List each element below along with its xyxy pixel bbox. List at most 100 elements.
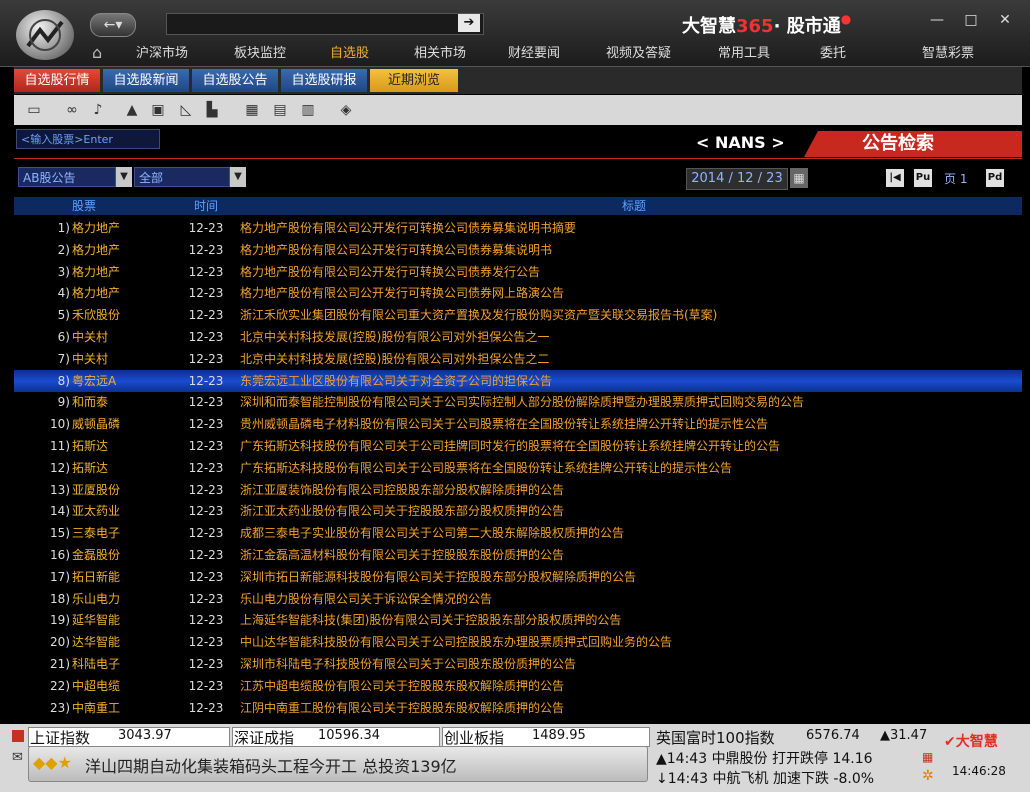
- table-row[interactable]: 10) 威顿晶磷 12-23 贵州威顿晶磷电子材料股份有限公司关于公司股票将在全国股份…: [14, 413, 1022, 435]
- stock-code-input[interactable]: <输入股票>Enter: [16, 129, 160, 149]
- column-time[interactable]: 时间: [182, 197, 230, 215]
- prev-page-button[interactable]: Pu: [914, 169, 932, 187]
- gear-icon[interactable]: ✲: [922, 768, 934, 784]
- table-row[interactable]: 22) 中超电缆 12-23 江苏中超电缆股份有限公司关于控股股东股权解除质押的公告: [14, 675, 1022, 697]
- announce-date: 12-23: [188, 308, 224, 323]
- chart-up-icon[interactable]: ▲: [122, 100, 142, 120]
- menu-item-6[interactable]: 常用工具: [718, 44, 770, 64]
- table-row[interactable]: 23) 中南重工 12-23 江阴中南重工股份有限公司关于控股股东股权解除质押的公告: [14, 697, 1022, 719]
- announce-title: 成都三泰电子实业股份有限公司关于公司第二大股东解除股权质押的公告: [240, 526, 625, 541]
- alert-line-2[interactable]: ↓14:43 中航飞机 加速下跌 -8.0%: [656, 768, 874, 788]
- first-page-button[interactable]: |◀: [886, 169, 904, 187]
- mail-icon[interactable]: ✉: [12, 750, 23, 765]
- subtab-quotes[interactable]: 自选股行情: [14, 69, 100, 92]
- chevron-down-icon[interactable]: ▼: [116, 167, 132, 187]
- stock-name: 科陆电子: [72, 657, 121, 671]
- announce-title: 上海延华智能科技(集团)股份有限公司关于控股股东部分股权质押的公告: [240, 613, 622, 628]
- table-row[interactable]: 17) 拓日新能 12-23 深圳市拓日新能源科技股份有限公司关于控股股东部分股权解除…: [14, 566, 1022, 588]
- announcement-panel: <输入股票>Enter < NANS > 公告检索 AB股公告 ▼ 全部 ▼ 2…: [14, 125, 1022, 723]
- stock-name: 粤宏远A: [72, 373, 117, 388]
- bar-chart-icon[interactable]: ▙: [202, 100, 222, 120]
- go-button[interactable]: ➔: [458, 14, 480, 32]
- back-button[interactable]: ←▾: [90, 13, 136, 37]
- bell-icon[interactable]: ♪: [88, 100, 108, 120]
- menu-item-3[interactable]: 相关市场: [414, 44, 466, 64]
- alert-icon[interactable]: [12, 730, 24, 742]
- menu-item-5[interactable]: 视频及答疑: [606, 44, 671, 64]
- menu-item-0[interactable]: 沪深市场: [136, 44, 188, 64]
- table-row[interactable]: 21) 科陆电子 12-23 深圳市科陆电子科技股份有限公司关于公司股东股份质押的公告: [14, 653, 1022, 675]
- info-icon[interactable]: ▤: [270, 100, 290, 120]
- home-icon[interactable]: ⌂: [92, 44, 112, 62]
- table-row[interactable]: 4) 格力地产 12-23 格力地产股份有限公司公开发行可转换公司债券网上路演公告: [14, 282, 1022, 304]
- column-title[interactable]: 标题: [574, 197, 694, 215]
- close-button[interactable]: ✕: [990, 9, 1020, 31]
- table-row[interactable]: 6) 中关村 12-23 北京中关村科技发展(控股)股份有限公司对外担保公告之一: [14, 326, 1022, 348]
- minimize-button[interactable]: —: [922, 9, 952, 31]
- news-scroller[interactable]: ◆◆★ 洋山四期自动化集装箱码头工程今开工 总投资139亿: [28, 746, 648, 782]
- subtab-news[interactable]: 自选股新闻: [103, 69, 189, 92]
- subtab-recent[interactable]: 近期浏览: [370, 69, 458, 92]
- table-row[interactable]: 12) 拓斯达 12-23 广东拓斯达科技股份有限公司关于公司股票将在全国股份转让系统…: [14, 457, 1022, 479]
- table-row[interactable]: 13) 亚厦股份 12-23 浙江亚厦装饰股份有限公司控股股东部分股权解除质押的公告: [14, 479, 1022, 501]
- row-number: 10): [50, 417, 70, 432]
- announce-date: 12-23: [188, 395, 224, 410]
- table-row[interactable]: 3) 格力地产 12-23 格力地产股份有限公司公开发行可转换公司债券发行公告: [14, 261, 1022, 283]
- sz-index-value: 10596.34: [318, 728, 381, 743]
- table-row[interactable]: 2) 格力地产 12-23 格力地产股份有限公司公开发行可转换公司债券募集说明书: [14, 239, 1022, 261]
- table-row[interactable]: 16) 金磊股份 12-23 浙江金磊高温材料股份有限公司关于控股股东股份质押的公告: [14, 544, 1022, 566]
- table-row[interactable]: 18) 乐山电力 12-23 乐山电力股份有限公司关于诉讼保全情况的公告: [14, 588, 1022, 610]
- binoculars-icon[interactable]: ∞: [62, 100, 82, 120]
- category-select[interactable]: AB股公告: [18, 167, 116, 187]
- announce-title: 浙江亚太药业股份有限公司关于控股股东部分股权质押的公告: [240, 504, 565, 519]
- next-page-button[interactable]: Pd: [986, 169, 1004, 187]
- calendar-icon[interactable]: ▦: [790, 168, 808, 188]
- table-row[interactable]: 11) 拓斯达 12-23 广东拓斯达科技股份有限公司关于公司挂牌同时发行的股票将在全…: [14, 435, 1022, 457]
- table-row[interactable]: 15) 三泰电子 12-23 成都三泰电子实业股份有限公司关于公司第二大股东解除股权质…: [14, 522, 1022, 544]
- stock-name: 拓日新能: [72, 569, 121, 584]
- diamond-icon[interactable]: ◈: [336, 100, 356, 120]
- table-row[interactable]: 5) 禾欣股份 12-23 浙江禾欣实业集团股份有限公司重大资产置换及发行股份购买资产…: [14, 304, 1022, 326]
- line-chart-icon[interactable]: ◺: [176, 100, 196, 120]
- app-logo: [16, 10, 74, 60]
- table-row[interactable]: 9) 和而泰 12-23 深圳和而泰智能控制股份有限公司关于公司实际控制人部分股份解除…: [14, 391, 1022, 413]
- column-stock[interactable]: 股票: [54, 197, 114, 215]
- subtab-announcements[interactable]: 自选股公告: [192, 69, 278, 92]
- announce-date: 12-23: [188, 264, 224, 279]
- table-row[interactable]: 1) 格力地产 12-23 格力地产股份有限公司公开发行可转换公司债券募集说明书摘要: [14, 217, 1022, 239]
- window-icon[interactable]: ▣: [148, 100, 168, 120]
- row-number: 17): [50, 569, 70, 584]
- scope-select[interactable]: 全部: [134, 167, 230, 187]
- announce-date: 12-23: [188, 417, 224, 432]
- table-row[interactable]: 14) 亚太药业 12-23 浙江亚太药业股份有限公司关于控股股东部分股权质押的公告: [14, 500, 1022, 522]
- print-icon[interactable]: ▥: [298, 100, 318, 120]
- row-number: 22): [50, 678, 70, 693]
- row-number: 8): [57, 373, 70, 388]
- announce-title: 北京中关村科技发展(控股)股份有限公司对外担保公告之二: [240, 351, 550, 366]
- brand-title: 大智慧365· 股市通●: [682, 12, 852, 37]
- alert-line-1[interactable]: ▲14:43 中鼎股份 打开跌停 14.16: [656, 748, 873, 768]
- menu-item-7[interactable]: 委托: [820, 44, 846, 64]
- table-row[interactable]: 8) 粤宏远A 12-23 东莞宏远工业区股份有限公司关于对全资子公司的担保公告: [14, 369, 1022, 392]
- announce-date: 12-23: [188, 286, 224, 301]
- row-number: 20): [50, 635, 70, 650]
- chevron-down-icon[interactable]: ▼: [230, 167, 246, 187]
- menu-item-2[interactable]: 自选股: [330, 44, 369, 64]
- table-row[interactable]: 7) 中关村 12-23 北京中关村科技发展(控股)股份有限公司对外担保公告之二: [14, 348, 1022, 370]
- maximize-button[interactable]: □: [956, 9, 986, 31]
- calculator-icon[interactable]: ▦: [242, 100, 262, 120]
- folder-icon[interactable]: ▭: [24, 100, 44, 120]
- table-row[interactable]: 19) 延华智能 12-23 上海延华智能科技(集团)股份有限公司关于控股股东部分股权…: [14, 609, 1022, 631]
- row-number: 6): [57, 330, 70, 344]
- menu-item-1[interactable]: 板块监控: [234, 44, 286, 64]
- address-bar[interactable]: [166, 13, 484, 35]
- sh-index-label: 上证指数: [30, 729, 91, 747]
- table-row[interactable]: 20) 达华智能 12-23 中山达华智能科技股份有限公司关于公司控股股东办理股票质押…: [14, 631, 1022, 653]
- menu-item-4[interactable]: 财经要闻: [508, 44, 560, 64]
- calendar-small-icon[interactable]: ▦: [922, 750, 933, 764]
- subtab-research[interactable]: 自选股研报: [281, 69, 367, 92]
- announce-title: 广东拓斯达科技股份有限公司关于公司挂牌同时发行的股票将在全国股份转让系统挂牌公开…: [240, 439, 781, 453]
- stock-name: 格力地产: [72, 221, 121, 235]
- menu-item-8[interactable]: 智慧彩票: [922, 44, 974, 64]
- date-field[interactable]: 2014 / 12 / 23: [686, 168, 788, 190]
